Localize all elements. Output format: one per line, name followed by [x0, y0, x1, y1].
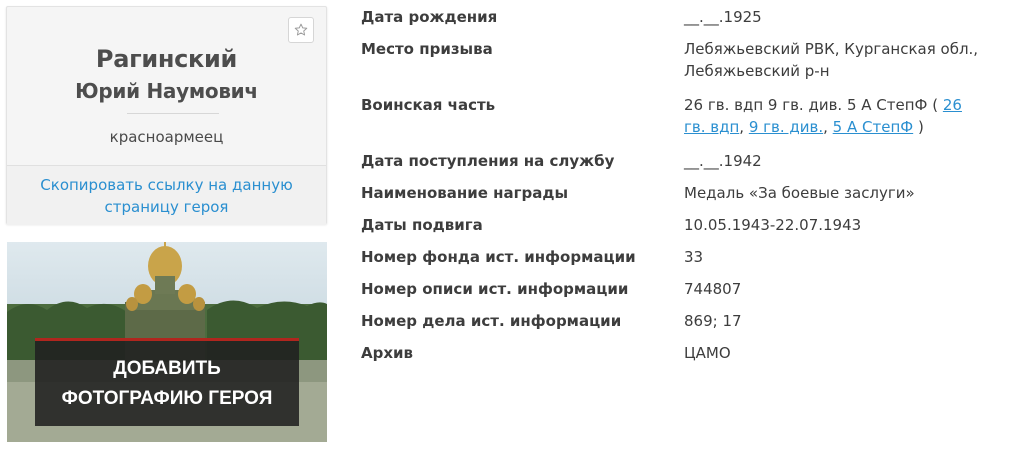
- detail-row-conscription-place: Место призыва Лебяжьевский РВК, Курганск…: [361, 38, 1001, 94]
- detail-row-award: Наименование награды Медаль «За боевые з…: [361, 182, 1001, 214]
- add-photo-button[interactable]: Добавить фотографию героя: [35, 338, 299, 426]
- detail-value: Лебяжьевский РВК, Курганская обл., Лебяж…: [684, 40, 979, 80]
- detail-label: Место призыва: [361, 40, 493, 58]
- detail-value: __.__.1942: [684, 152, 762, 170]
- detail-value: 10.05.1943-22.07.1943: [684, 216, 862, 234]
- detail-row-birth-date: Дата рождения __.__.1925: [361, 6, 1001, 38]
- detail-label: Воинская часть: [361, 96, 496, 114]
- hero-given-names: Юрий Наумович: [75, 79, 258, 103]
- detail-row-case-number: Номер дела ист. информации 869; 17: [361, 310, 1001, 342]
- detail-value: 744807: [684, 280, 742, 298]
- unit-text: 26 гв. вдп 9 гв. див. 5 А СтепФ (: [684, 96, 939, 114]
- add-photo-label: Добавить фотографию героя: [61, 357, 273, 409]
- detail-row-military-unit: Воинская часть 26 гв. вдп 9 гв. див. 5 А…: [361, 94, 1001, 150]
- detail-label: Архив: [361, 344, 414, 362]
- hero-rank: красноармеец: [109, 128, 224, 146]
- hero-card-header: Рагинский Юрий Наумович красноармеец: [7, 7, 326, 163]
- detail-value-unit: 26 гв. вдп 9 гв. див. 5 А СтепФ ( 26 гв.…: [684, 96, 962, 136]
- detail-row-fund-number: Номер фонда ист. информации 33: [361, 246, 1001, 278]
- detail-label: Номер описи ист. информации: [361, 280, 629, 298]
- hero-photo-placeholder: Добавить фотографию героя: [7, 242, 327, 442]
- detail-row-inventory-number: Номер описи ист. информации 744807: [361, 278, 1001, 310]
- detail-value: __.__.1925: [684, 8, 762, 26]
- unit-link-division[interactable]: 9 гв. див.: [749, 118, 823, 136]
- detail-value: ЦАМО: [684, 344, 731, 362]
- detail-value: Медаль «За боевые заслуги»: [684, 184, 915, 202]
- hero-card: Рагинский Юрий Наумович красноармеец Ско…: [6, 6, 327, 225]
- unit-text-suffix: ): [917, 118, 924, 136]
- name-divider: [127, 113, 219, 114]
- detail-row-archive: Архив ЦАМО: [361, 342, 1001, 374]
- detail-label: Наименование награды: [361, 184, 569, 202]
- copy-link-area: Скопировать ссылку на данную страницу ге…: [7, 165, 326, 225]
- unit-link-army[interactable]: 5 А СтепФ: [833, 118, 914, 136]
- detail-label: Дата рождения: [361, 8, 498, 26]
- detail-row-feat-dates: Даты подвига 10.05.1943-22.07.1943: [361, 214, 1001, 246]
- hero-surname: Рагинский: [95, 45, 238, 73]
- copy-link-button[interactable]: Скопировать ссылку на данную страницу ге…: [32, 174, 302, 218]
- hero-details: Дата рождения __.__.1925 Место призыва Л…: [361, 6, 1001, 374]
- detail-value: 869; 17: [684, 312, 742, 330]
- favorite-button[interactable]: [288, 17, 314, 43]
- star-outline-icon: [294, 23, 308, 36]
- detail-label: Номер дела ист. информации: [361, 312, 622, 330]
- detail-label: Номер фонда ист. информации: [361, 248, 636, 266]
- detail-label: Даты подвига: [361, 216, 483, 234]
- detail-label: Дата поступления на службу: [361, 152, 615, 170]
- detail-row-service-start: Дата поступления на службу __.__.1942: [361, 150, 1001, 182]
- detail-value: 33: [684, 248, 704, 266]
